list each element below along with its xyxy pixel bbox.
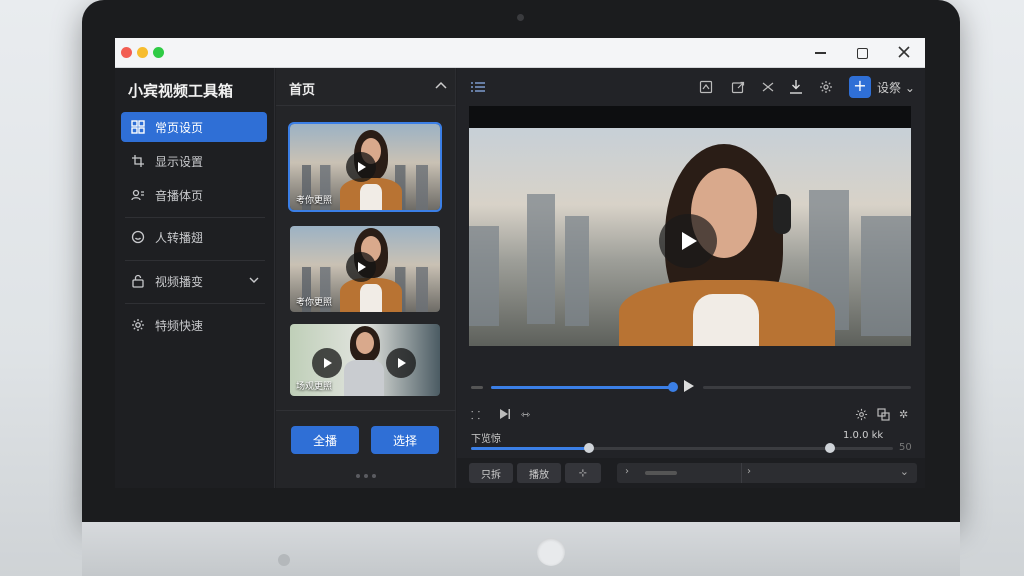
close-icon <box>898 46 910 58</box>
close-traffic-light[interactable] <box>121 47 132 58</box>
sidebar-item-audio[interactable]: 音播体页 <box>121 180 267 210</box>
sidebar-item-transfer[interactable]: 人转播翅 <box>121 222 267 252</box>
volume-knob[interactable] <box>584 443 594 453</box>
settings-label: 设祭 <box>877 81 902 95</box>
scrubber-start <box>471 386 483 389</box>
thumbnail-caption: 考你更照 <box>296 196 333 206</box>
gear-icon[interactable] <box>855 408 868 424</box>
play-icon[interactable] <box>683 379 695 396</box>
cut-chip[interactable]: 只拆 <box>469 463 513 483</box>
sidebar-item-quick[interactable]: 特频快速 <box>121 310 267 340</box>
chevron-down-icon: ⌄ <box>899 465 909 478</box>
end-value: 50 <box>899 442 912 453</box>
sidebar-divider <box>125 303 265 304</box>
sidebar-item-display[interactable]: 显示设置 <box>121 146 267 176</box>
chevron-down-icon: ⌄ <box>904 81 915 95</box>
play-chip[interactable]: 播放 <box>517 463 561 483</box>
add-button[interactable]: + <box>849 76 871 98</box>
thumbnail-panel-title: 首页 <box>289 83 316 98</box>
sidebar-item-label: 显示设置 <box>155 154 204 169</box>
track-selector[interactable]: › › ⌄ <box>617 463 917 483</box>
maximize-button[interactable] <box>849 42 875 64</box>
image-icon[interactable] <box>697 78 715 96</box>
split-icon[interactable]: ⊹ <box>565 463 601 483</box>
sidebar-item-video[interactable]: 视频播变 <box>121 266 267 296</box>
chevron-up-icon[interactable] <box>434 78 448 97</box>
monitor-chin <box>82 522 960 576</box>
title-bar <box>115 38 925 68</box>
frame-icon[interactable]: ⸬ <box>471 408 480 423</box>
select-button[interactable]: 选择 <box>371 426 439 454</box>
thumbnail-caption: 考你更照 <box>296 298 333 308</box>
sidebar-item-label: 特频快速 <box>155 318 204 333</box>
app-title: 小宾视频工具箱 <box>128 82 234 100</box>
play-all-button[interactable]: 全播 <box>291 426 359 454</box>
settings-dropdown[interactable]: 设祭 ⌄ <box>877 79 915 96</box>
video-thumbnail[interactable]: 考你更照 <box>288 122 442 212</box>
sidebar-item-home-settings[interactable]: 常页设页 <box>121 112 267 142</box>
chevron-right-icon: › <box>747 466 751 477</box>
zoom-traffic-light[interactable] <box>153 47 164 58</box>
scrubber-fill <box>491 386 673 389</box>
secondary-knob[interactable] <box>825 443 835 453</box>
video-thumbnail[interactable]: 考你更照 <box>290 226 440 312</box>
sidebar-item-label: 人转播翅 <box>155 230 204 245</box>
bottom-bar: 只拆 播放 ⊹ › › ⌄ <box>457 458 925 488</box>
download-icon[interactable] <box>787 78 805 96</box>
list-icon[interactable] <box>469 78 487 96</box>
grid-icon <box>130 119 146 135</box>
panel-divider <box>276 410 456 411</box>
monitor-logo <box>537 538 565 566</box>
thumbnail-caption: 场观更照 <box>296 382 333 392</box>
copy-icon[interactable] <box>877 408 890 424</box>
play-icon[interactable] <box>346 152 376 182</box>
sidebar-divider <box>125 217 265 218</box>
sidebar: 小宾视频工具箱 常页设页 显示设置 音播体页 人转播翅 视频播变 特频快速 <box>115 68 275 488</box>
user-card-icon <box>130 187 146 203</box>
video-preview[interactable] <box>469 106 911 346</box>
smile-icon <box>130 229 146 245</box>
chevron-right-icon: › <box>625 466 629 477</box>
scrubber-remaining[interactable] <box>703 386 911 389</box>
maximize-icon <box>856 48 868 59</box>
track-bar <box>645 471 677 475</box>
minimize-icon <box>814 52 826 54</box>
sidebar-item-label: 音播体页 <box>155 188 204 203</box>
thumbnail-panel: 首页 考你更照 考你更照 场观更照 全播 选择 <box>276 68 456 488</box>
minimize-button[interactable] <box>807 42 833 64</box>
sidebar-item-label: 视频播变 <box>155 274 204 289</box>
close-button[interactable] <box>891 42 917 64</box>
export-icon[interactable] <box>729 78 747 96</box>
crop-icon <box>130 153 146 169</box>
swap-icon[interactable]: ⇿ <box>521 408 530 421</box>
scrubber-knob[interactable] <box>668 382 678 392</box>
play-icon[interactable] <box>312 348 342 378</box>
volume-fill <box>471 447 589 450</box>
time-display: 1.0.0 kk <box>843 430 884 441</box>
play-icon[interactable] <box>659 214 717 268</box>
gear-icon <box>130 317 146 333</box>
pagination-dots[interactable] <box>356 474 376 478</box>
webcam <box>517 14 524 21</box>
sidebar-item-label: 常页设页 <box>155 120 204 135</box>
step-forward-icon[interactable] <box>499 408 511 423</box>
chevron-down-icon <box>249 274 259 288</box>
video-thumbnail[interactable]: 场观更照 <box>290 324 440 396</box>
minimize-traffic-light[interactable] <box>137 47 148 58</box>
play-icon[interactable] <box>386 348 416 378</box>
scissors-icon[interactable] <box>759 78 777 96</box>
player-toolbar: + 设祭 ⌄ <box>457 68 925 106</box>
play-icon[interactable] <box>346 252 376 282</box>
thumbnail-panel-header: 首页 <box>276 68 456 106</box>
cog-icon[interactable]: ✲ <box>899 408 908 421</box>
volume-label: 下览惊 <box>471 434 501 445</box>
settings-gear-icon[interactable] <box>817 78 835 96</box>
lock-icon <box>130 273 146 289</box>
app-window: 小宾视频工具箱 常页设页 显示设置 音播体页 人转播翅 视频播变 特频快速 首页… <box>115 38 925 488</box>
track-divider <box>741 463 742 483</box>
chin-dot <box>278 554 290 566</box>
main-player-area: + 设祭 ⌄ ⸬ ⇿ ✲ 下览惊 1.0.0 kk 50 只拆 播放 ⊹ › ›… <box>457 68 925 488</box>
sidebar-divider <box>125 260 265 261</box>
